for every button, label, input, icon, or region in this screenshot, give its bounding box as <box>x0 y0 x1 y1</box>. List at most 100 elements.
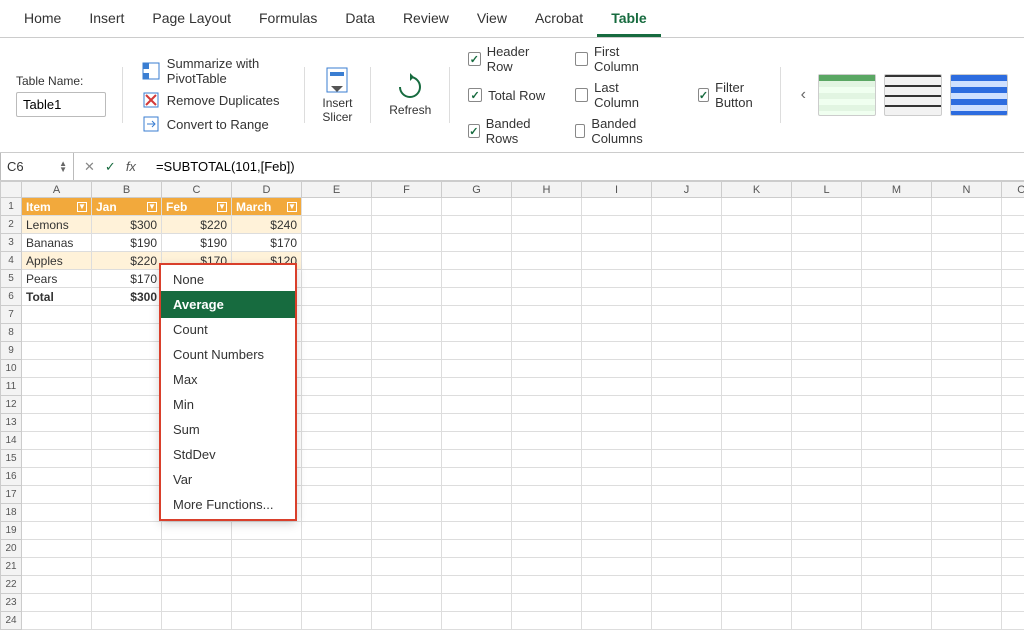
cell[interactable] <box>512 558 582 576</box>
cell[interactable] <box>22 540 92 558</box>
col-header-O[interactable]: O <box>1002 181 1024 198</box>
filter-dropdown-icon[interactable]: ▼ <box>147 202 157 212</box>
cell[interactable] <box>792 468 862 486</box>
cell[interactable] <box>232 558 302 576</box>
cell[interactable] <box>652 342 722 360</box>
cell[interactable] <box>22 432 92 450</box>
cell[interactable] <box>1002 414 1024 432</box>
row-header-18[interactable]: 18 <box>0 504 22 522</box>
cell[interactable] <box>932 378 1002 396</box>
row-header-19[interactable]: 19 <box>0 522 22 540</box>
cell[interactable] <box>582 252 652 270</box>
cell[interactable] <box>372 468 442 486</box>
name-box[interactable]: C6 ▲▼ <box>0 153 74 180</box>
cell[interactable] <box>372 252 442 270</box>
cell[interactable] <box>22 450 92 468</box>
cell[interactable] <box>932 522 1002 540</box>
cell[interactable] <box>722 522 792 540</box>
cell[interactable] <box>582 216 652 234</box>
row-header-4[interactable]: 4 <box>0 252 22 270</box>
cell[interactable] <box>722 198 792 216</box>
cell[interactable]: Apples <box>22 252 92 270</box>
cell[interactable] <box>512 378 582 396</box>
cell[interactable] <box>862 252 932 270</box>
cell[interactable] <box>232 540 302 558</box>
col-header-J[interactable]: J <box>652 181 722 198</box>
cell[interactable] <box>792 504 862 522</box>
cell[interactable] <box>372 540 442 558</box>
cell[interactable] <box>302 504 372 522</box>
col-header-I[interactable]: I <box>582 181 652 198</box>
cell[interactable] <box>92 504 162 522</box>
cell[interactable] <box>162 540 232 558</box>
cell[interactable] <box>582 324 652 342</box>
cell[interactable] <box>862 288 932 306</box>
cell[interactable] <box>512 396 582 414</box>
cell[interactable] <box>582 450 652 468</box>
row-header-10[interactable]: 10 <box>0 360 22 378</box>
cell[interactable] <box>372 486 442 504</box>
cell[interactable] <box>512 468 582 486</box>
chk-last-column[interactable]: Last Column <box>575 80 664 110</box>
cell[interactable] <box>1002 576 1024 594</box>
table-name-input[interactable] <box>16 92 106 117</box>
cell[interactable] <box>862 342 932 360</box>
table-style-2[interactable] <box>884 74 942 116</box>
cell[interactable] <box>792 558 862 576</box>
cell[interactable] <box>862 216 932 234</box>
cell[interactable]: Pears <box>22 270 92 288</box>
cell[interactable]: $170 <box>92 270 162 288</box>
cell[interactable] <box>862 414 932 432</box>
filter-dropdown-icon[interactable]: ▼ <box>217 202 227 212</box>
cell[interactable] <box>302 270 372 288</box>
cell[interactable] <box>512 522 582 540</box>
cell[interactable] <box>792 252 862 270</box>
cell[interactable] <box>92 558 162 576</box>
cell[interactable] <box>792 396 862 414</box>
menu-item-average[interactable]: Average <box>161 292 295 317</box>
col-header-D[interactable]: D <box>232 181 302 198</box>
cell[interactable] <box>92 378 162 396</box>
cell[interactable] <box>862 378 932 396</box>
cell[interactable] <box>302 450 372 468</box>
cell[interactable] <box>582 576 652 594</box>
tab-review[interactable]: Review <box>389 4 463 37</box>
cell[interactable] <box>92 594 162 612</box>
cell[interactable] <box>372 270 442 288</box>
cell[interactable] <box>792 432 862 450</box>
cell[interactable] <box>22 522 92 540</box>
cell[interactable] <box>92 414 162 432</box>
cell[interactable] <box>862 306 932 324</box>
cell[interactable] <box>792 342 862 360</box>
cell[interactable]: March▼ <box>232 198 302 216</box>
cell[interactable] <box>932 324 1002 342</box>
cell[interactable] <box>22 342 92 360</box>
cell[interactable] <box>792 486 862 504</box>
cell[interactable] <box>22 306 92 324</box>
cell[interactable] <box>232 594 302 612</box>
cell[interactable] <box>722 594 792 612</box>
cell[interactable] <box>722 540 792 558</box>
cell[interactable] <box>372 522 442 540</box>
select-all-corner[interactable] <box>0 181 22 198</box>
cell[interactable] <box>512 432 582 450</box>
refresh-button[interactable]: Refresh <box>381 73 439 117</box>
cell[interactable] <box>22 576 92 594</box>
cell[interactable] <box>1002 216 1024 234</box>
row-header-24[interactable]: 24 <box>0 612 22 630</box>
cell[interactable] <box>302 342 372 360</box>
cell[interactable] <box>722 252 792 270</box>
cell[interactable] <box>22 612 92 630</box>
cell[interactable] <box>582 288 652 306</box>
styles-prev-icon[interactable]: ‹ <box>797 86 810 104</box>
row-header-17[interactable]: 17 <box>0 486 22 504</box>
cell[interactable] <box>512 594 582 612</box>
chk-banded-columns[interactable]: Banded Columns <box>575 116 664 146</box>
cell[interactable] <box>932 558 1002 576</box>
cell[interactable] <box>512 252 582 270</box>
cell[interactable] <box>92 360 162 378</box>
cell[interactable] <box>442 432 512 450</box>
cell[interactable] <box>302 396 372 414</box>
row-header-12[interactable]: 12 <box>0 396 22 414</box>
cell[interactable] <box>372 612 442 630</box>
